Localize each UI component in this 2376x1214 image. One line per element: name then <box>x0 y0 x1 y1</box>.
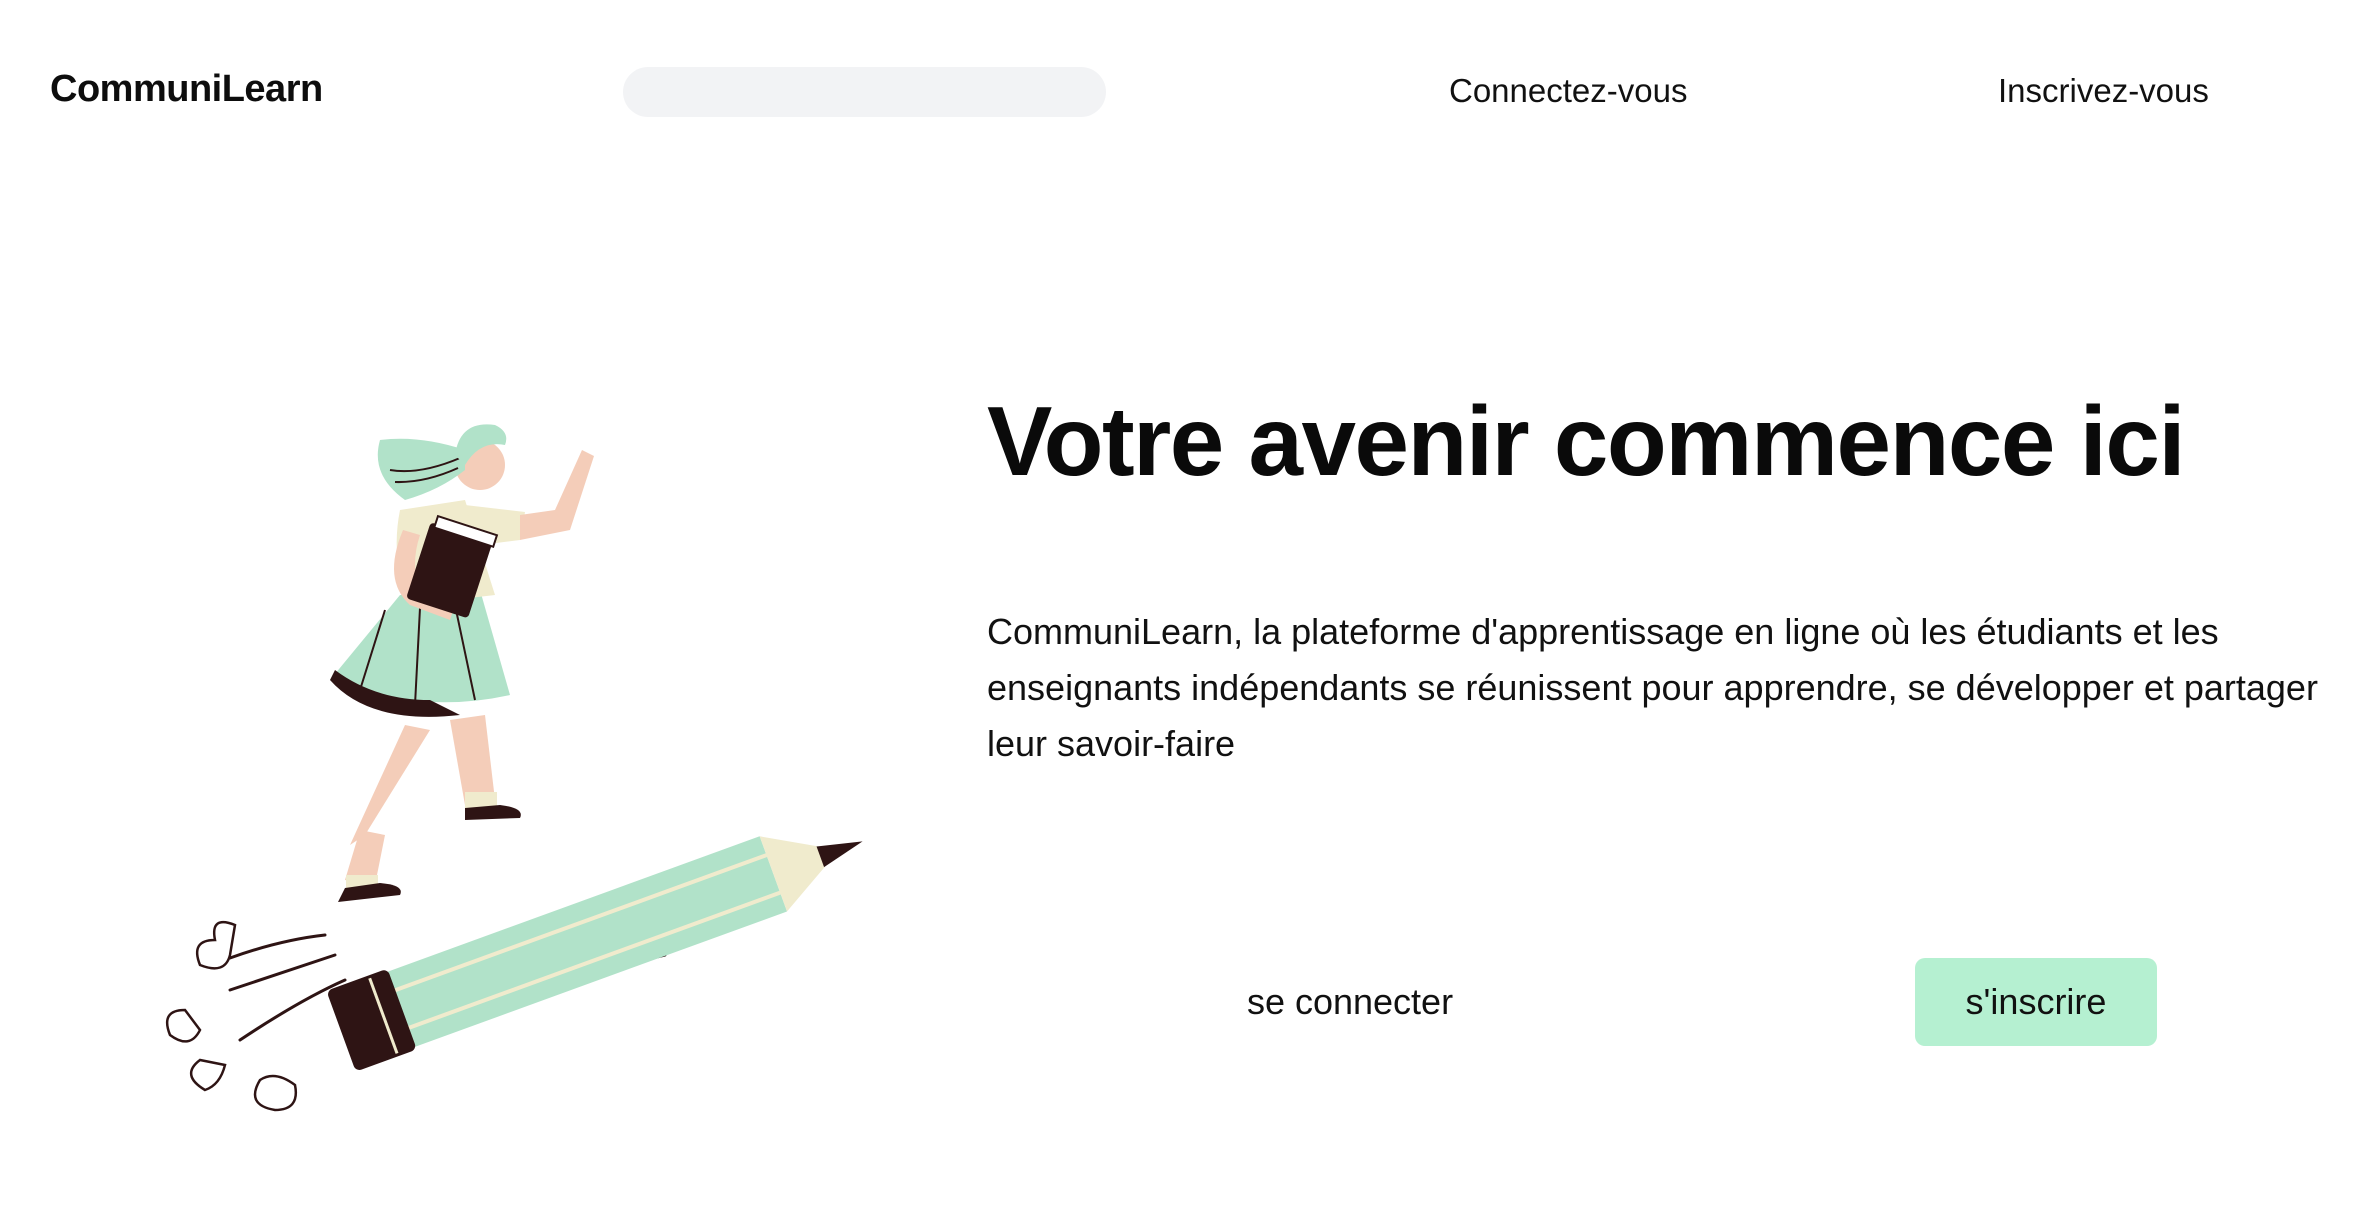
hero-description: CommuniLearn, la plateforme d'apprentiss… <box>987 611 2318 764</box>
brand-logo[interactable]: CommuniLearn <box>50 68 323 111</box>
hero-title: Votre avenir commence ici <box>987 386 2186 496</box>
raised-arm <box>520 450 594 540</box>
nav-signup-link[interactable]: Inscrivez-vous <box>1998 72 2209 110</box>
girl-riding-pencil-illustration <box>165 424 863 1112</box>
login-button[interactable]: se connecter <box>1215 958 1485 1046</box>
nav-login-link[interactable]: Connectez-vous <box>1449 72 1687 110</box>
legs <box>338 715 521 902</box>
pencil <box>328 836 863 1070</box>
signup-button[interactable]: s'inscrire <box>1915 958 2157 1046</box>
search-input[interactable] <box>623 67 1106 117</box>
landing-page: CommuniLearn Connectez-vous Inscrivez-vo… <box>0 0 2376 1214</box>
skirt <box>330 590 510 717</box>
